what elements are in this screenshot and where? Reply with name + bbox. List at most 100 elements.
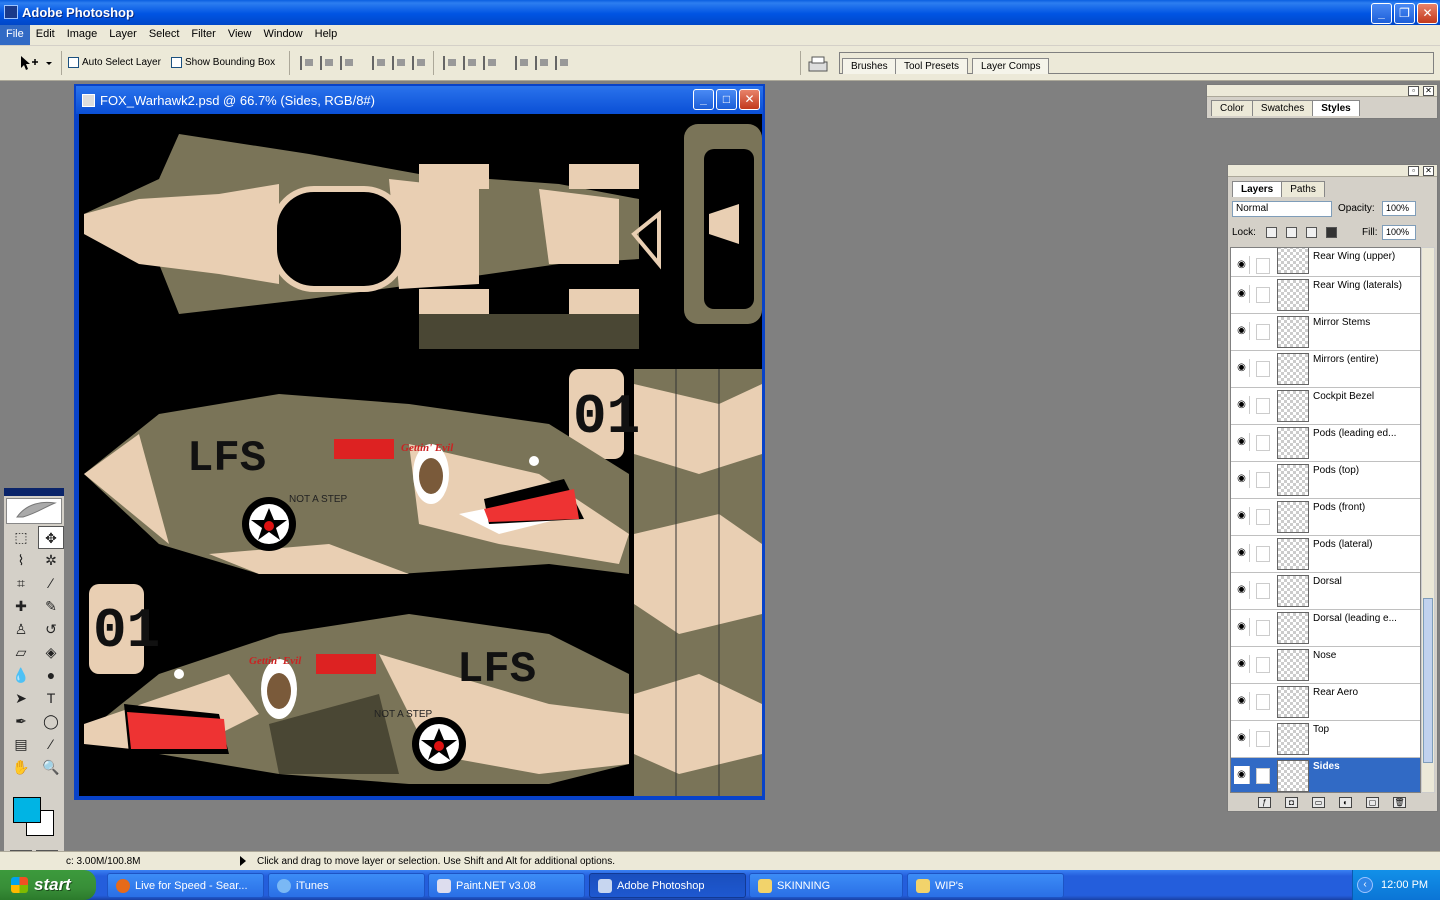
layer-row[interactable]: ◉ Pods (leading ed... [1231, 425, 1420, 462]
show-hidden-icons-icon[interactable]: ‹ [1357, 877, 1373, 893]
layers-scrollbar[interactable] [1421, 247, 1435, 793]
menu-help[interactable]: Help [309, 25, 344, 45]
eye-icon[interactable]: ◉ [1234, 766, 1250, 784]
path-selection-tool-icon[interactable]: ➤ [8, 687, 34, 710]
zoom-tool-icon[interactable]: 🔍 [38, 756, 64, 779]
layer-row[interactable]: ◉ Mirrors (entire) [1231, 351, 1420, 388]
new-group-icon[interactable]: ▭ [1312, 797, 1325, 808]
lock-all-icon[interactable] [1326, 227, 1337, 238]
status-menu-arrow-icon[interactable] [240, 856, 246, 866]
minimize-button[interactable]: _ [1371, 3, 1392, 24]
restore-button[interactable]: ❐ [1394, 3, 1415, 24]
menu-edit[interactable]: Edit [30, 25, 61, 45]
layers-panel-minimize-button[interactable]: ▫ [1408, 166, 1419, 176]
layer-row[interactable]: ◉ Pods (lateral) [1231, 536, 1420, 573]
distribute-top-icon[interactable] [443, 56, 459, 70]
eye-icon[interactable]: ◉ [1234, 470, 1250, 488]
delete-layer-icon[interactable]: 🗑 [1393, 797, 1406, 808]
layer-style-icon[interactable]: ƒ [1258, 797, 1271, 808]
slice-tool-icon[interactable]: ∕ [38, 572, 64, 595]
align-hcenter-icon[interactable] [392, 56, 408, 70]
layer-row[interactable]: ◉ Dorsal (leading e... [1231, 610, 1420, 647]
eye-icon[interactable]: ◉ [1234, 322, 1250, 340]
tab-layers[interactable]: Layers [1232, 181, 1283, 197]
align-vcenter-icon[interactable] [320, 56, 336, 70]
adobe-feather-icon[interactable] [6, 498, 62, 524]
doc-maximize-button[interactable]: □ [716, 89, 737, 110]
magic-wand-tool-icon[interactable]: ✲ [38, 549, 64, 572]
layer-row[interactable]: ◉ Top [1231, 721, 1420, 758]
shape-tool-icon[interactable]: ◯ [38, 710, 64, 733]
align-bottom-icon[interactable] [340, 56, 356, 70]
fill-field[interactable]: 100% [1382, 225, 1416, 240]
blend-mode-select[interactable]: Normal [1232, 201, 1332, 217]
auto-select-layer-checkbox[interactable]: Auto Select Layer [68, 57, 161, 68]
layer-row[interactable]: ◉ Mirror Stems [1231, 314, 1420, 351]
layer-row[interactable]: ◉ Rear Wing (upper) [1231, 248, 1420, 277]
type-tool-icon[interactable]: T [38, 687, 64, 710]
taskbar-item-itunes[interactable]: iTunes [268, 873, 425, 898]
eye-icon[interactable]: ◉ [1234, 285, 1250, 303]
marquee-tool-icon[interactable]: ⬚ [8, 526, 34, 549]
doc-minimize-button[interactable]: _ [693, 89, 714, 110]
toolbox-header[interactable] [4, 488, 64, 496]
tab-swatches[interactable]: Swatches [1251, 100, 1314, 116]
taskbar-item-firefox[interactable]: Live for Speed - Sear... [107, 873, 264, 898]
layer-row[interactable]: ◉ Cockpit Bezel [1231, 388, 1420, 425]
align-top-icon[interactable] [300, 56, 316, 70]
healing-brush-tool-icon[interactable]: ✚ [8, 595, 34, 618]
distribute-bottom-icon[interactable] [483, 56, 499, 70]
dodge-tool-icon[interactable]: ● [38, 664, 64, 687]
layer-row[interactable]: ◉ Rear Wing (laterals) [1231, 277, 1420, 314]
lock-transparency-icon[interactable] [1266, 227, 1277, 238]
eraser-tool-icon[interactable]: ▱ [8, 641, 34, 664]
scrollbar-thumb[interactable] [1423, 598, 1433, 763]
layer-row[interactable]: ◉ Nose [1231, 647, 1420, 684]
eye-icon[interactable]: ◉ [1234, 692, 1250, 710]
menu-image[interactable]: Image [61, 25, 104, 45]
layer-row[interactable]: ◉ Pods (top) [1231, 462, 1420, 499]
history-brush-tool-icon[interactable]: ↺ [38, 618, 64, 641]
move-tool-icon[interactable]: ✥ [38, 526, 64, 549]
eye-icon[interactable]: ◉ [1234, 433, 1250, 451]
foreground-color-swatch[interactable] [13, 797, 41, 823]
blur-tool-icon[interactable]: 💧 [8, 664, 34, 687]
distribute-vcenter-icon[interactable] [463, 56, 479, 70]
eye-icon[interactable]: ◉ [1234, 507, 1250, 525]
distribute-hcenter-icon[interactable] [535, 56, 551, 70]
close-button[interactable]: ✕ [1417, 3, 1438, 24]
document-title-bar[interactable]: FOX_Warhawk2.psd @ 66.7% (Sides, RGB/8#)… [76, 86, 763, 114]
show-bounding-box-checkbox[interactable]: Show Bounding Box [171, 57, 275, 68]
taskbar-item-photoshop[interactable]: Adobe Photoshop [589, 873, 746, 898]
distribute-right-icon[interactable] [555, 56, 571, 70]
lock-position-icon[interactable] [1306, 227, 1317, 238]
tab-paths[interactable]: Paths [1281, 181, 1325, 197]
tab-styles[interactable]: Styles [1312, 100, 1360, 116]
clock[interactable]: 12:00 PM [1381, 879, 1428, 891]
color-panel-minimize-button[interactable]: ▫ [1408, 86, 1419, 96]
menu-view[interactable]: View [222, 25, 258, 45]
hand-tool-icon[interactable]: ✋ [8, 756, 34, 779]
eye-icon[interactable]: ◉ [1234, 581, 1250, 599]
tab-tool-presets[interactable]: Tool Presets [895, 58, 969, 74]
distribute-left-icon[interactable] [515, 56, 531, 70]
eye-icon[interactable]: ◉ [1234, 655, 1250, 673]
tab-brushes[interactable]: Brushes [842, 58, 897, 74]
doc-close-button[interactable]: ✕ [739, 89, 760, 110]
document-canvas[interactable]: LFS LFS NOT A STEP NOT A STEP 01 01 Gett… [79, 114, 762, 796]
eye-icon[interactable]: ◉ [1234, 729, 1250, 747]
menu-file[interactable]: File [0, 25, 30, 45]
tab-layer-comps[interactable]: Layer Comps [972, 58, 1050, 74]
align-right-icon[interactable] [412, 56, 428, 70]
eye-icon[interactable]: ◉ [1234, 618, 1250, 636]
layers-panel-titlebar[interactable]: ▫ ✕ [1228, 165, 1437, 177]
color-panel-close-button[interactable]: ✕ [1423, 86, 1434, 96]
taskbar-item-skinning[interactable]: SKINNING [749, 873, 903, 898]
crop-tool-icon[interactable]: ⌗ [8, 572, 34, 595]
layer-row[interactable]: ◉ Pods (front) [1231, 499, 1420, 536]
clone-stamp-tool-icon[interactable]: ♙ [8, 618, 34, 641]
lock-image-icon[interactable] [1286, 227, 1297, 238]
align-left-icon[interactable] [372, 56, 388, 70]
layer-row[interactable]: ◉ Rear Aero [1231, 684, 1420, 721]
paint-bucket-tool-icon[interactable]: ◈ [38, 641, 64, 664]
